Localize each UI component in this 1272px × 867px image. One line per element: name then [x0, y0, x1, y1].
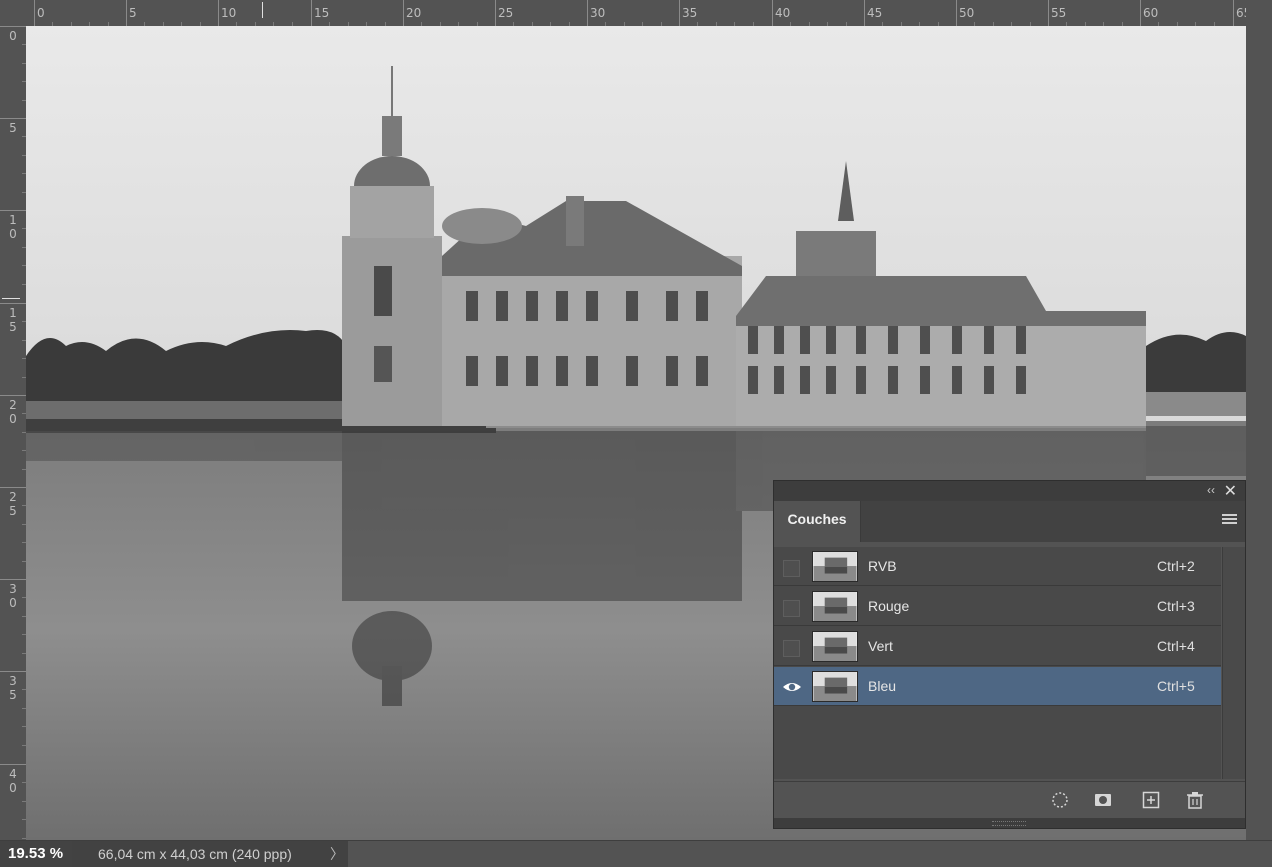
channel-row-bleu[interactable]: Bleu Ctrl+5 [774, 667, 1221, 706]
ruler-label: 0 [9, 29, 17, 43]
vertical-ruler[interactable]: 0 5 1 0 1 5 2 0 2 5 3 0 3 5 4 0 [0, 26, 27, 840]
ruler-major-tick [0, 764, 26, 765]
ruler-label: 25 [498, 6, 514, 20]
visibility-toggle[interactable] [783, 640, 800, 657]
channel-row-rvb[interactable]: RVB Ctrl+2 [774, 547, 1221, 586]
ruler-label: 2 5 [9, 490, 17, 518]
ruler-label: 40 [775, 6, 791, 20]
ruler-label: 20 [406, 6, 422, 20]
ruler-cursor-marker-top [262, 2, 263, 18]
channel-row-rouge[interactable]: Rouge Ctrl+3 [774, 587, 1221, 626]
channel-shortcut: Ctrl+5 [1157, 678, 1195, 694]
ruler-label: 2 0 [9, 398, 17, 426]
channel-shortcut: Ctrl+3 [1157, 598, 1195, 614]
ruler-major-tick [587, 0, 588, 26]
ruler-label: 60 [1143, 6, 1159, 20]
ruler-label: 5 [9, 121, 17, 135]
ruler-major-tick [0, 26, 26, 27]
channel-row-vert[interactable]: Vert Ctrl+4 [774, 627, 1221, 666]
ruler-major-tick [0, 395, 26, 396]
ruler-major-tick [0, 579, 26, 580]
ruler-major-tick [679, 0, 680, 26]
ruler-label: 35 [682, 6, 698, 20]
tab-couches[interactable]: Couches [774, 501, 861, 542]
ruler-cursor-marker-left [2, 298, 20, 299]
ruler-major-tick [1048, 0, 1049, 26]
horizontal-ruler[interactable]: 0 5 10 15 20 25 30 35 40 45 50 55 60 65 [26, 0, 1246, 27]
ruler-major-tick [34, 0, 35, 26]
ruler-label: 0 [37, 6, 45, 20]
channel-thumbnail [812, 631, 858, 662]
ruler-label: 30 [590, 6, 606, 20]
channel-list: RVB Ctrl+2 Rouge Ctrl+3 Vert Ctrl+4 Bleu Ctrl+5 [774, 547, 1221, 779]
panel-resize-grip[interactable] [774, 818, 1245, 828]
panel-title-bar[interactable]: ‹‹ ✕ [774, 481, 1245, 501]
ruler-label: 55 [1051, 6, 1067, 20]
new-channel-icon[interactable] [1141, 790, 1161, 810]
visibility-toggle[interactable] [783, 560, 800, 577]
channel-thumbnail [812, 551, 858, 582]
scrollbar[interactable] [1222, 547, 1245, 779]
ruler-label: 5 [129, 6, 137, 20]
ruler-label: 50 [959, 6, 975, 20]
ruler-major-tick [495, 0, 496, 26]
ruler-major-tick [1233, 0, 1234, 26]
ruler-label: 10 [221, 6, 237, 20]
zoom-level[interactable]: 19.53 % [0, 841, 72, 867]
channel-name: Vert [868, 638, 893, 654]
ruler-major-tick [772, 0, 773, 26]
canvas-gutter [1246, 0, 1272, 840]
ruler-major-tick [0, 210, 26, 211]
channel-shortcut: Ctrl+2 [1157, 558, 1195, 574]
close-icon[interactable]: ✕ [1224, 481, 1237, 501]
visibility-toggle[interactable] [783, 600, 800, 617]
load-selection-icon[interactable] [1050, 790, 1070, 810]
ruler-major-tick [864, 0, 865, 26]
ruler-major-tick [0, 303, 26, 304]
delete-channel-icon[interactable] [1185, 790, 1205, 810]
ruler-major-tick [0, 118, 26, 119]
ruler-label: 1 5 [9, 306, 17, 334]
ruler-corner [0, 0, 26, 26]
channel-thumbnail [812, 591, 858, 622]
panel-tab-bar: Couches [774, 501, 1245, 542]
channel-shortcut: Ctrl+4 [1157, 638, 1195, 654]
panel-footer [774, 781, 1245, 818]
channels-panel: ‹‹ ✕ Couches RVB Ctrl+2 Rouge Ctrl+3 Vert Ctr… [773, 480, 1246, 829]
ruler-label: 1 0 [9, 213, 17, 241]
channel-name: Rouge [868, 598, 910, 614]
ruler-label: 45 [867, 6, 883, 20]
status-bar: 19.53 % 66,04 cm x 44,03 cm (240 ppp) 〉 [0, 840, 1272, 867]
ruler-major-tick [956, 0, 957, 26]
double-chevron-left-icon[interactable]: ‹‹ [1207, 483, 1215, 497]
ruler-label: 3 0 [9, 582, 17, 610]
document-size: 66,04 cm x 44,03 cm (240 ppp) [72, 841, 348, 867]
ruler-major-tick [0, 487, 26, 488]
hamburger-menu-icon[interactable] [1222, 514, 1237, 526]
ruler-label: 3 5 [9, 674, 17, 702]
ruler-major-tick [403, 0, 404, 26]
ruler-major-tick [0, 671, 26, 672]
status-menu-arrow[interactable]: 〉 [330, 841, 344, 867]
ruler-major-tick [311, 0, 312, 26]
ruler-major-tick [218, 0, 219, 26]
ruler-major-tick [126, 0, 127, 26]
save-selection-icon[interactable] [1093, 790, 1113, 810]
ruler-label: 15 [314, 6, 330, 20]
channel-thumbnail [812, 671, 858, 702]
eye-icon[interactable] [781, 678, 803, 696]
ruler-label: 65 [1236, 6, 1246, 20]
ruler-major-tick [1140, 0, 1141, 26]
channel-name: RVB [868, 558, 897, 574]
channel-name: Bleu [868, 678, 897, 694]
ruler-label: 4 0 [9, 767, 17, 795]
